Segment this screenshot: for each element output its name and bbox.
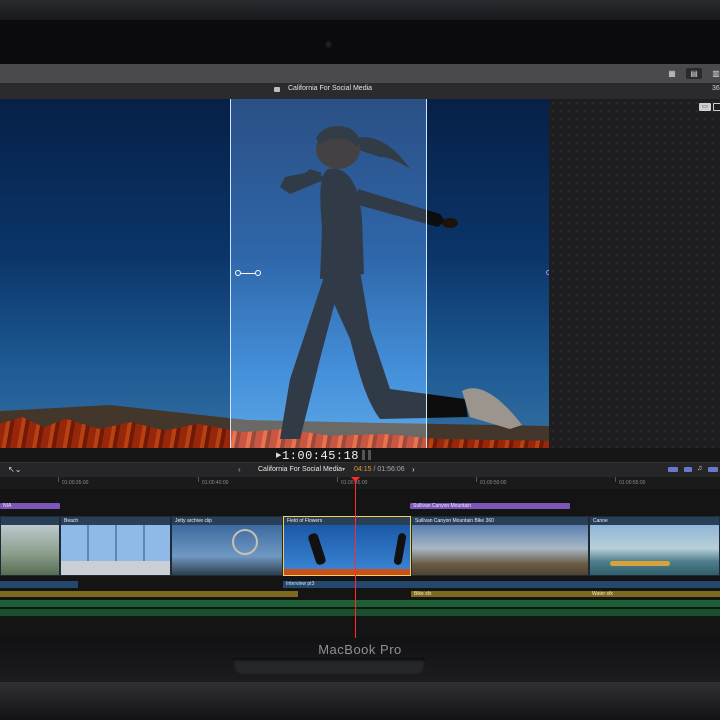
select-tool-icon[interactable]: ↖⌄ [8,465,21,474]
connected-clip[interactable]: Sullivan Canyon Mountain [410,503,570,509]
viewer[interactable] [0,99,549,448]
timeline-tracks[interactable]: NIA Sullivan Canyon Mountain Beach Jetty… [0,489,720,638]
clapper-icon [274,87,280,92]
music-track-2[interactable] [0,609,720,616]
viewer-project-title: California For Social Media [288,85,373,92]
view-options-icon[interactable]: ▭ [699,103,711,111]
chevron-down-icon[interactable]: ▾ [342,466,345,473]
inspector-view-icon[interactable]: ▥ [708,68,720,79]
window-titlebar: ▦ ▤ ▥ [0,64,720,84]
screen: ▦ ▤ ▥ California For Social Media 36 ▭ ▶… [0,64,720,638]
display-mode-icon[interactable] [713,103,720,111]
headphones-icon[interactable]: ♫ [697,465,702,472]
thumbnail [590,525,719,575]
clip-jetty[interactable]: Jetty archive clip [171,516,283,576]
connected-clip[interactable]: NIA [0,503,60,509]
clip-label: Beach [61,517,170,525]
audio-clip-bike-sfx[interactable]: Bike sfx [411,591,589,597]
tick-mark [476,477,477,482]
pause-indicator [362,450,365,460]
crop-mask-left [0,99,230,448]
clip-field-of-flowers[interactable]: Field of Flowers [283,516,411,576]
audio-skimming-icon[interactable] [668,467,678,472]
clip-mountain-bike-360[interactable]: Sullivan Canyon Mountain Bike 360 [411,516,589,576]
rotation-handle[interactable] [255,270,261,276]
skimming-icon[interactable] [684,467,692,472]
clip-bridge[interactable] [0,516,60,576]
snapping-icon[interactable] [708,467,718,472]
music-track[interactable] [0,600,720,607]
viewer-background-panel: ▭ [549,99,720,448]
viewer-zoom[interactable]: 36 [712,85,720,92]
clip-canoe[interactable]: Canoe [589,516,720,576]
forward-arrow-icon[interactable]: › [412,465,415,474]
beach-sand [61,561,170,575]
timecode-display: 1:00:45:18 [282,449,360,463]
tick-mark [337,477,338,482]
title-clip[interactable] [411,581,720,588]
clip-label: Canoe [590,517,719,525]
pause-indicator-2 [368,450,371,460]
timeline-title[interactable]: California For Social Media [258,466,342,473]
audio-clip-water-sfx[interactable]: Water sfx [589,591,720,597]
bezel-top [0,0,720,20]
tick-mark [58,477,59,482]
play-icon[interactable]: ▶ [276,451,281,459]
audio-clip[interactable] [0,591,298,597]
clip-label: Jetty archive clip [172,517,282,525]
playback-bar: ▶ 1:00:45:18 [0,448,720,463]
camera-icon [326,42,331,47]
timeline-header: ↖⌄ ‹ California For Social Media ▾ 04:15… [0,462,720,478]
anchor-line [240,273,256,274]
ruler-tick: 01:00:50:00 [480,480,507,486]
clip-label: Sullivan Canyon Mountain Bike 360 [412,517,588,525]
hinge-notch [233,658,425,674]
thumbnail [412,525,588,575]
device-brand-label: MacBook Pro [318,642,402,657]
ruler-tick: 01:00:40:00 [202,480,229,486]
ruler-tick: 01:00:35:00 [62,480,89,486]
ferris-wheel [232,529,258,555]
title-clip-interview[interactable]: Interview pt3 [283,581,411,588]
thumbnail [172,525,282,575]
back-arrow-icon[interactable]: ‹ [238,465,241,474]
ruler-tick: 01:00:55:00 [619,480,646,486]
crop-mask-right [427,99,549,448]
clip-label: Field of Flowers [284,517,410,525]
viewer-header: California For Social Media 36 [0,83,720,100]
laptop-lid: ▦ ▤ ▥ California For Social Media 36 ▭ ▶… [0,0,720,640]
timeline-duration: 04:15 / 01:56:06 [354,466,405,473]
tick-mark [198,477,199,482]
tick-mark [615,477,616,482]
browser-view-icon[interactable]: ▤ [686,68,702,79]
clip-beach[interactable]: Beach [60,516,171,576]
clip-label [1,517,59,525]
title-clip[interactable] [0,581,78,588]
laptop-base [0,682,720,720]
playhead[interactable] [355,477,356,638]
thumbnail [1,525,59,575]
flower-strip [284,569,410,575]
canoe [610,561,670,566]
library-view-icon[interactable]: ▦ [664,68,680,79]
